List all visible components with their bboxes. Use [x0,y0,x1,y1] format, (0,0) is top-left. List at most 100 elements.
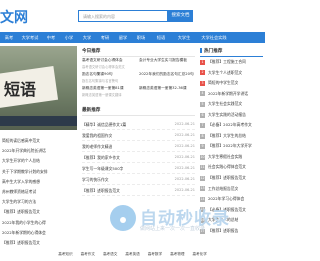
rec-title[interactable]: 学生写一年级课文500字 [82,163,123,173]
main-column: 今日推荐 高考语文研讨会心得体会 会计专业大学生实习报告模板 高考语文研讨会心得体会… [82,46,195,196]
left-list-item[interactable]: 2022年开学典礼院长讲话 [2,146,74,156]
hot-title-link[interactable]: 简短的中学生范文 [208,78,238,89]
rank-badge: 11 [200,165,205,171]
search-input[interactable]: 请输入搜索的内容 [78,10,168,22]
footer-link[interactable]: 高考英语 [125,252,139,257]
left-list-item[interactable]: 2022年新学期的心得体会 [2,228,74,238]
rec-row[interactable]: 学习的快乐作文 2022-06-21 [82,174,195,185]
rank-badge: 5 [200,101,205,107]
today-link[interactable]: 会计专业大学生实习报告模板 [139,57,195,64]
rank-badge: 10 [200,154,205,160]
rec-title[interactable]: 我的老师作文精选 [82,141,112,151]
rec-row[interactable]: 【推荐】我的家乡作文 2022-06-21 [82,152,195,163]
hot-title-link[interactable]: 2022年新学期开学讲话 [208,89,248,100]
hot-title-link[interactable]: 【推荐】工程施工合同 [208,57,246,68]
today-meta: 励志名句集锦与名言警句 [82,79,119,83]
nav-item[interactable]: 留学 [114,35,132,41]
rec-title[interactable]: 【精华】诚信品德作文1篇 [82,119,126,129]
hot-row[interactable]: 4 2022年新学期开学讲话 [200,89,263,100]
left-list-item[interactable]: 关于下学期教学计划的安排 [2,167,74,177]
today-link[interactable]: 新概念英语第一册第32-36课 [139,85,195,92]
nav-item[interactable]: 小学 [60,35,78,41]
rank-badge: 6 [200,112,205,118]
hot-title-link[interactable]: 【必备】2022年高考作文 [208,120,252,131]
footer-link[interactable]: 高考数学 [148,252,162,257]
rank-badge: 1 [200,59,205,65]
hot-title-link[interactable]: 【推荐】2022年大学开学 [208,141,252,152]
today-link[interactable]: 高考语文研讨会心得体会 [82,57,138,64]
watermark-subtitle: 做网站上来一次一次一直收录 [140,226,206,232]
footer-link[interactable]: 高考作文 [81,252,95,257]
hot-title-link[interactable]: 大学生寒假社会实践 [208,152,242,163]
site-logo[interactable]: 文网 [0,7,28,27]
rank-badge: 3 [200,80,205,86]
hot-row[interactable]: 7 【必备】2022年高考作文 [200,120,263,131]
hot-row[interactable]: 12 【推荐】述职报告范文 [200,173,263,184]
left-list-item[interactable]: 大学生的学习的方法 [2,197,74,207]
left-list-item[interactable]: 【推荐】述职报告范文 [2,207,74,217]
nav-item[interactable]: 大学生 [172,35,196,41]
left-list-item[interactable]: 简短的读后感高中范文 [2,136,74,146]
hot-row[interactable]: 10 大学生寒假社会实践 [200,152,263,163]
hot-row[interactable]: 6 大学生实践的活动报告 [200,110,263,121]
hot-row[interactable]: 11 社会实践心得体会范文 [200,162,263,173]
hot-title-link[interactable]: 【推荐】大学生的总结 [208,131,246,142]
hot-row[interactable]: 13 工作总结报告范文 [200,184,263,195]
nav-item[interactable]: 大学考试 [18,35,42,41]
rec-row[interactable]: 我爱我的祖国作文 2022-06-21 [82,130,195,141]
nav-item[interactable]: 大学 [78,35,96,41]
hot-title-link[interactable]: 大学生实践的活动报告 [208,110,246,121]
rec-title[interactable]: 学习的快乐作文 [82,174,109,184]
rec-date: 2022-06-21 [174,188,195,192]
search-button[interactable]: 搜索文档 [168,10,193,22]
rec-title[interactable]: 【推荐】述职报告范文 [82,185,120,195]
watermark-logo-icon [110,205,136,231]
today-link[interactable]: 新概念英语第一册第81课 [82,85,138,92]
left-list-item[interactable]: 2022年我的小学生的心得 [2,218,74,228]
rec-section-title: 最新推荐 [82,105,195,116]
rank-badge: 7 [200,123,205,129]
hot-title-link[interactable]: 【推荐】述职报告范文 [208,173,246,184]
footer-link[interactable]: 高考语文 [103,252,117,257]
today-row: 励志名句集锦90句 2022年我们的励志名句汇总20句 [82,71,195,78]
rank-badge: 9 [200,144,205,150]
hot-row[interactable]: 9 【推荐】2022年大学开学 [200,141,263,152]
hot-row[interactable]: 3 简短的中学生范文 [200,78,263,89]
hot-title: 热门推荐 [200,46,263,57]
watermark: 自动秒收录 做网站上来一次一次一直收录 [110,203,260,233]
rec-row[interactable]: 学生写一年级课文500字 2022-06-21 [82,163,195,174]
hot-row[interactable]: 2 大学生个人述职范文 [200,68,263,79]
rank-badge: 4 [200,91,205,97]
today-link[interactable]: 励志名句集锦90句 [82,71,138,78]
rec-title[interactable]: 我爱我的祖国作文 [82,130,112,140]
hot-row[interactable]: 8 【推荐】大学生的总结 [200,131,263,142]
hot-title-link[interactable]: 大学生社会实践范文 [208,99,242,110]
today-meta: 新概念英语第一册课文翻译 [82,93,122,97]
nav-item[interactable]: 大学社会实践 [196,35,232,41]
hot-title-link[interactable]: 社会实践心得体会范文 [208,162,246,173]
left-list-item[interactable]: 高中生大学入学的感想 [2,177,74,187]
rank-badge: 14 [200,196,205,202]
today-link[interactable]: 2022年我们的励志名句汇总20句 [139,71,195,78]
rec-row[interactable]: 我的老师作文精选 2022-06-21 [82,141,195,152]
hot-row[interactable]: 1 【推荐】工程施工合同 [200,57,263,68]
hot-title-link[interactable]: 大学生个人述职范文 [208,68,242,79]
footer-link[interactable]: 高考化学 [192,252,206,257]
rec-title[interactable]: 【推荐】我的家乡作文 [82,152,120,162]
nav-item[interactable]: 职场 [132,35,150,41]
rec-row[interactable]: 【推荐】述职报告范文 2022-06-21 [82,185,195,196]
footer-link[interactable]: 高考物理 [170,252,184,257]
left-list-item[interactable]: 苏州教师资格证考试 [2,187,74,197]
nav-item[interactable]: 考研 [96,35,114,41]
rec-date: 2022-06-21 [174,177,195,181]
nav-item[interactable]: 中考 [42,35,60,41]
nav-item[interactable]: 短语 [150,35,172,41]
nav-item[interactable]: 高考 [0,35,18,41]
left-list-item[interactable]: 大学生开学的个人总结 [2,156,74,166]
hot-row[interactable]: 5 大学生社会实践范文 [200,99,263,110]
footer-link[interactable]: 高考知识 [58,252,72,257]
hot-title-link[interactable]: 工作总结报告范文 [208,184,238,195]
rec-row[interactable]: 【精华】诚信品德作文1篇 2022-06-21 [82,119,195,130]
rec-date: 2022-06-21 [174,122,195,126]
banner-image[interactable]: 短语 [0,46,77,130]
